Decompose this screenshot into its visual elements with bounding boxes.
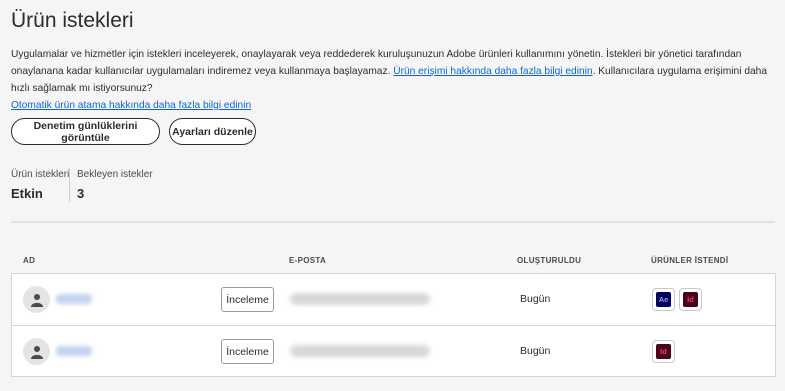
- pending-requests-label: Bekleyen istekler: [77, 169, 153, 180]
- learn-access-link[interactable]: Ürün erişimi hakkında daha fazla bilgi e…: [393, 66, 592, 77]
- user-icon: [23, 286, 50, 313]
- created-date: Bugün: [520, 345, 551, 357]
- column-header-email[interactable]: E-POSTA: [289, 256, 326, 265]
- view-audit-logs-button[interactable]: Denetim günlüklerini görüntüle: [11, 118, 160, 145]
- edit-settings-button[interactable]: Ayarları düzenle: [169, 118, 256, 145]
- created-date: Bugün: [520, 293, 551, 305]
- column-header-products: ÜRÜNLER İSTENDİ: [651, 256, 729, 265]
- after-effects-icon: Ae: [652, 288, 675, 311]
- column-header-created[interactable]: OLUŞTURULDU: [517, 256, 581, 265]
- review-button[interactable]: İnceleme: [221, 339, 274, 364]
- review-button[interactable]: İnceleme: [221, 287, 274, 312]
- indesign-icon: Id: [652, 340, 675, 363]
- user-name-redacted[interactable]: [56, 346, 92, 356]
- page-description: Uygulamalar ve hizmetler için istekleri …: [11, 46, 776, 114]
- stat-divider: [69, 168, 70, 202]
- column-header-name[interactable]: AD: [23, 256, 35, 265]
- table-row: İnceleme Bugün Ae Id: [12, 274, 775, 325]
- user-name-redacted[interactable]: [56, 294, 92, 304]
- user-email-redacted: [290, 345, 430, 357]
- product-requests-label: Ürün istekleri: [11, 169, 70, 180]
- user-icon: [23, 338, 50, 365]
- page-title: Ürün istekleri: [11, 9, 134, 32]
- section-divider: [11, 221, 775, 223]
- product-requests-status: Etkin: [11, 186, 43, 201]
- table-row: İnceleme Bugün Id: [12, 325, 775, 376]
- pending-requests-count: 3: [77, 186, 85, 201]
- user-email-redacted: [290, 293, 430, 305]
- indesign-icon: Id: [679, 288, 702, 311]
- auto-assign-link[interactable]: Otomatik ürün atama hakkında daha fazla …: [11, 100, 251, 111]
- requests-table: İnceleme Bugün Ae Id İnceleme Bugün Id: [11, 273, 776, 377]
